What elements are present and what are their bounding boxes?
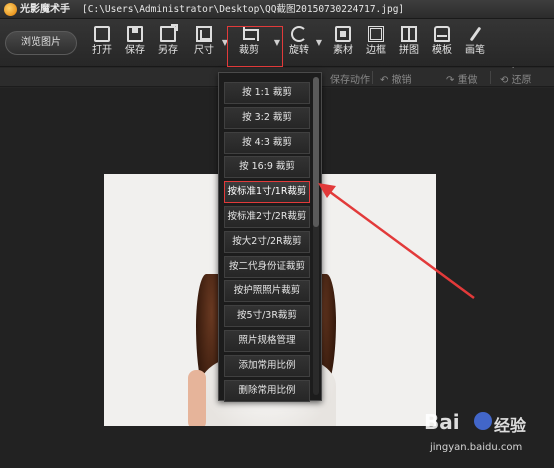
baidu-paw-icon xyxy=(474,412,492,430)
watermark-brand: Bai xyxy=(424,410,460,434)
watermark-jingyan: 经验 xyxy=(494,416,527,435)
arrow-shaft xyxy=(325,187,475,300)
watermark-url: jingyan.baidu.com xyxy=(430,442,523,453)
annotation-arrow xyxy=(318,183,475,300)
baidu-watermark: Bai 经验 jingyan.baidu.com xyxy=(422,404,550,464)
